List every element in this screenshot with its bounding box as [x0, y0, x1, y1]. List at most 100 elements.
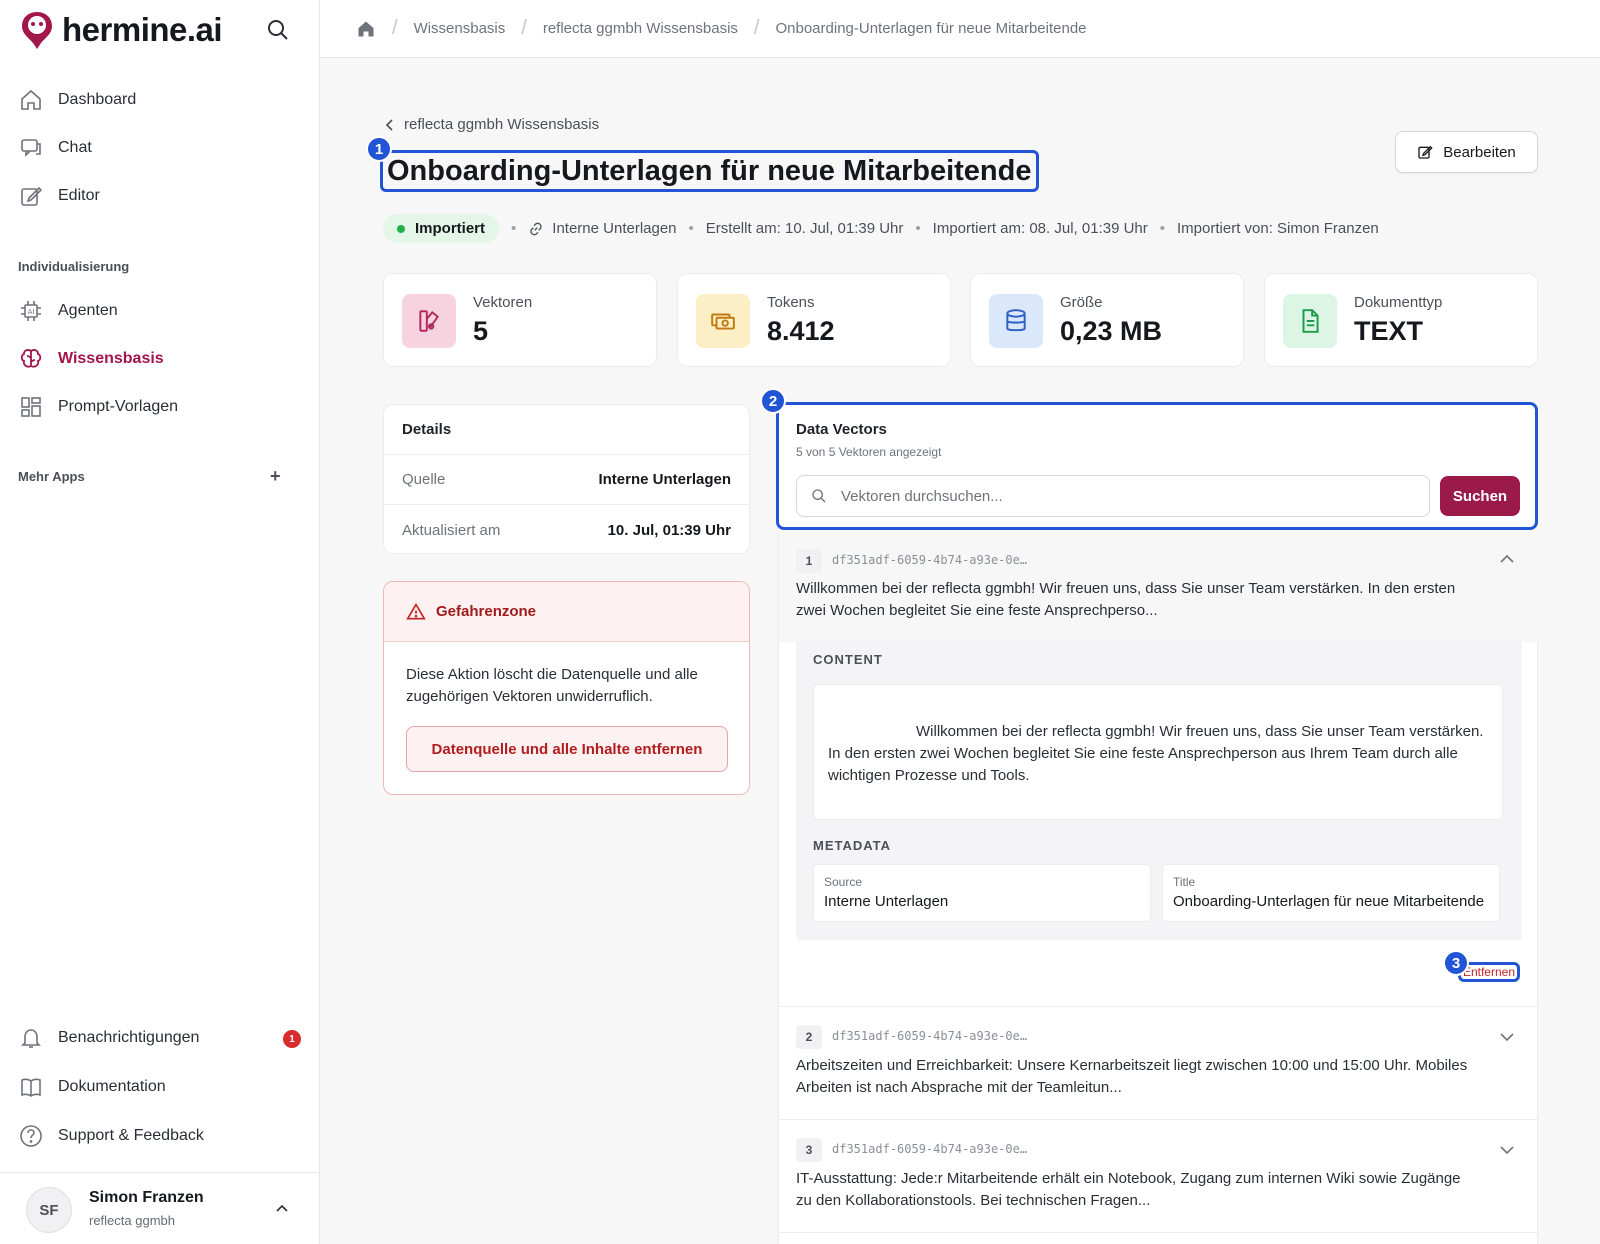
data-vectors-card: Data Vectors 5 von 5 Vektoren angezeigt …	[776, 402, 1538, 530]
sidebar-item-wissensbasis[interactable]: Wissensbasis	[18, 342, 164, 376]
source-link[interactable]: Interne Unterlagen	[528, 220, 677, 237]
sidebar-item-dashboard[interactable]: Dashboard	[18, 83, 136, 117]
chat-icon	[18, 135, 44, 161]
edit-button[interactable]: Bearbeiten	[1395, 131, 1538, 173]
vector-search-input[interactable]: Vektoren durchsuchen...	[796, 475, 1430, 517]
stat-value: 0,23 MB	[1060, 316, 1163, 346]
breadcrumb-separator: /	[392, 17, 398, 39]
edit-icon	[1418, 145, 1433, 159]
stat-card-tokens: Tokens 8.412	[677, 273, 951, 367]
sidebar-item-label: Dashboard	[58, 91, 137, 108]
sidebar-item-dokumentation[interactable]: Dokumentation	[18, 1070, 166, 1104]
svg-text:AI: AI	[28, 308, 35, 316]
vector-expanded-panel: CONTENT Willkommen bei der reflecta ggmb…	[796, 640, 1522, 940]
coins-icon	[696, 294, 750, 348]
stat-label: Vektoren	[473, 294, 533, 311]
separator-dot: •	[511, 220, 517, 237]
vector-item[interactable]: 1 df351adf-6059-4b74-a93e-0e… Willkommen…	[779, 532, 1539, 1006]
metadata-key: Source	[824, 875, 863, 889]
details-value: Interne Unterlagen	[598, 471, 731, 488]
search-placeholder: Vektoren durchsuchen...	[841, 487, 1003, 505]
delete-source-button[interactable]: Datenquelle und alle Inhalte entfernen	[406, 726, 728, 772]
chevron-up-icon[interactable]	[1499, 552, 1515, 568]
metadata-title: Title Onboarding-Unterlagen für neue Mit…	[1162, 864, 1500, 922]
chevron-down-icon[interactable]	[1499, 1029, 1515, 1045]
sidebar-item-label: Dokumentation	[58, 1078, 166, 1095]
vector-id: df351adf-6059-4b74-a93e-0e…	[832, 1029, 1028, 1043]
details-card: Details Quelle Interne Unterlagen Aktual…	[383, 404, 750, 554]
sidebar-item-label: Wissensbasis	[58, 350, 164, 367]
sidebar-item-label: Agenten	[58, 302, 118, 319]
brand-name: hermine.ai	[62, 11, 223, 48]
separator-dot: •	[915, 220, 921, 237]
source-label: Interne Unterlagen	[552, 220, 677, 237]
back-label: reflecta ggmbh Wissensbasis	[404, 116, 600, 133]
vectors-title: Data Vectors	[796, 421, 887, 438]
sidebar-item-label: Chat	[58, 139, 92, 156]
search-icon[interactable]	[266, 18, 290, 42]
book-icon	[18, 1074, 44, 1100]
annotation-marker: 2	[760, 388, 786, 414]
chevron-left-icon	[385, 118, 393, 131]
breadcrumb-item[interactable]: Wissensbasis	[414, 20, 506, 37]
link-icon	[530, 222, 542, 235]
brain-icon	[18, 346, 44, 372]
metadata-source: Source Interne Unterlagen	[813, 864, 1151, 922]
stat-label: Tokens	[767, 294, 815, 311]
grid-icon	[18, 394, 44, 420]
sidebar: hermine.ai Dashboard Chat Editor Individ…	[0, 0, 320, 1244]
details-row: Quelle Interne Unterlagen	[384, 455, 749, 505]
sidebar-item-chat[interactable]: Chat	[18, 131, 92, 165]
search-button[interactable]: Suchen	[1440, 476, 1520, 516]
edit-icon	[18, 183, 44, 209]
danger-zone-header: Gefahrenzone	[384, 582, 749, 642]
user-name: Simon Franzen	[89, 1189, 204, 1206]
status-badge: Importiert	[383, 214, 500, 243]
details-value: 10. Jul, 01:39 Uhr	[607, 521, 731, 539]
separator-dot: •	[688, 220, 694, 237]
separator-dot: •	[1159, 220, 1166, 237]
vector-content: Willkommen bei der reflecta ggmbh! Wir f…	[813, 684, 1503, 820]
breadcrumb-item[interactable]: reflecta ggmbh Wissensbasis	[543, 20, 738, 37]
user-menu[interactable]: SF Simon Franzen reflecta ggmbh	[0, 1172, 320, 1244]
metadata-key: Title	[1173, 875, 1196, 889]
details-row: Aktualisiert am 10. Jul, 01:39 Uhr	[384, 505, 749, 555]
search-icon	[812, 489, 826, 503]
add-app-icon[interactable]: +	[270, 466, 281, 487]
home-icon[interactable]	[356, 19, 376, 39]
imported-by: Importiert von: Simon Franzen	[1177, 220, 1379, 237]
vector-preview: IT-Ausstattung: Jede:r Mitarbeitende erh…	[796, 1170, 1461, 1209]
sidebar-item-editor[interactable]: Editor	[18, 179, 100, 213]
status-dot	[397, 224, 405, 233]
vector-list: 1 df351adf-6059-4b74-a93e-0e… Willkommen…	[778, 532, 1539, 1244]
stat-card-dokumenttyp: Dokumenttyp TEXT	[1264, 273, 1538, 367]
sidebar-item-benachrichtigungen[interactable]: Benachrichtigungen	[18, 1021, 199, 1055]
vectors-subtitle: 5 von 5 Vektoren angezeigt	[796, 445, 942, 459]
stat-card-groesse: Größe 0,23 MB	[970, 273, 1244, 367]
vector-item[interactable]: 2 df351adf-6059-4b74-a93e-0e… Arbeitszei…	[779, 1007, 1539, 1119]
stat-card-vektoren: Vektoren 5	[383, 273, 657, 367]
sidebar-item-prompt-vorlagen[interactable]: Prompt-Vorlagen	[18, 390, 178, 424]
danger-zone-card: Gefahrenzone Diese Aktion löscht die Dat…	[383, 581, 750, 795]
bell-icon	[18, 1025, 44, 1051]
help-icon	[18, 1123, 44, 1149]
annotation-marker: 3	[1443, 950, 1469, 976]
sidebar-item-label: Editor	[58, 187, 100, 204]
breadcrumb-separator: /	[753, 17, 760, 39]
brand-logo[interactable]: hermine.ai	[20, 10, 223, 50]
sidebar-item-agenten[interactable]: AI Agenten	[18, 294, 118, 328]
back-link[interactable]: reflecta ggmbh Wissensbasis	[384, 116, 599, 133]
vector-preview: Arbeitszeiten und Erreichbarkeit: Unsere…	[796, 1057, 1468, 1096]
home-icon	[18, 87, 44, 113]
details-title: Details	[384, 405, 749, 455]
avatar: SF	[26, 1187, 72, 1233]
vector-preview: Willkommen bei der reflecta ggmbh! Wir f…	[796, 580, 1456, 619]
imported-date: Importiert am: 08. Jul, 01:39 Uhr	[932, 220, 1148, 237]
chevron-down-icon[interactable]	[1499, 1142, 1515, 1158]
vector-item[interactable]: 3 df351adf-6059-4b74-a93e-0e… IT-Ausstat…	[779, 1120, 1539, 1232]
sidebar-item-label: Benachrichtigungen	[58, 1029, 200, 1046]
vector-id: df351adf-6059-4b74-a93e-0e…	[832, 553, 1028, 567]
chevron-up-icon[interactable]	[274, 1201, 290, 1217]
stat-label: Dokumenttyp	[1354, 294, 1443, 311]
sidebar-item-support[interactable]: Support & Feedback	[18, 1119, 204, 1153]
